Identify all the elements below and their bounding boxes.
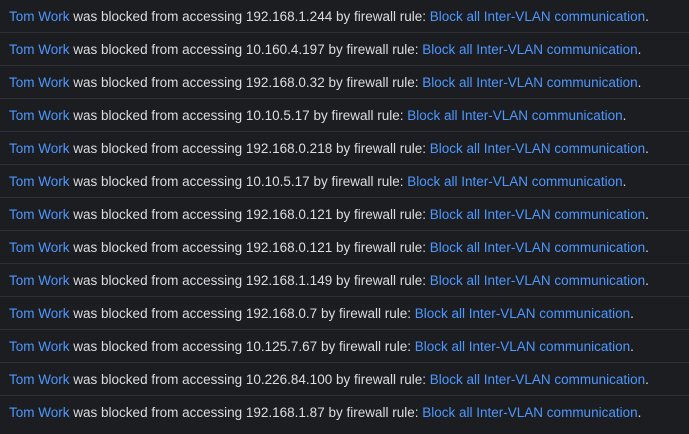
by-rule-text: by firewall rule: [328, 74, 419, 90]
entry-end-text: . [622, 107, 627, 123]
log-entry: Tom Work was blocked from accessing 10.1… [0, 33, 689, 66]
user-link[interactable]: Tom Work [9, 42, 70, 57]
firewall-rule-link[interactable]: Block all Inter-VLAN communication [415, 306, 630, 321]
log-entry: Tom Work was blocked from accessing 10.2… [0, 363, 689, 396]
user-link[interactable]: Tom Work [9, 207, 70, 222]
entry-end-text: . [637, 74, 642, 90]
by-rule-text: by firewall rule: [335, 140, 427, 156]
log-entry: Tom Work was blocked from accessing 192.… [0, 264, 689, 297]
entry-end-text: . [645, 272, 649, 288]
user-link[interactable]: Tom Work [9, 339, 70, 354]
target-ip: 192.168.1.244 [245, 8, 333, 24]
firewall-log-list: Tom Work was blocked from accessing 192.… [0, 0, 689, 434]
target-ip: 10.125.7.67 [245, 338, 318, 354]
target-ip: 10.10.5.17 [245, 173, 310, 189]
user-link[interactable]: Tom Work [9, 75, 70, 90]
target-ip: 192.168.1.149 [245, 272, 333, 288]
by-rule-text: by firewall rule: [335, 239, 427, 255]
firewall-rule-link[interactable]: Block all Inter-VLAN communication [407, 108, 622, 123]
by-rule-text: by firewall rule: [328, 405, 419, 420]
by-rule-text: by firewall rule: [335, 206, 427, 222]
firewall-rule-link[interactable]: Block all Inter-VLAN communication [422, 42, 637, 57]
log-entry: Tom Work was blocked from accessing 192.… [0, 132, 689, 165]
firewall-rule-link[interactable]: Block all Inter-VLAN communication [430, 207, 645, 222]
action-text: was blocked from accessing [73, 74, 243, 90]
target-ip: 192.168.0.218 [245, 140, 333, 156]
firewall-rule-link[interactable]: Block all Inter-VLAN communication [430, 141, 645, 156]
user-link[interactable]: Tom Work [9, 9, 70, 24]
by-rule-text: by firewall rule: [313, 107, 404, 123]
log-entry: Tom Work was blocked from accessing 192.… [0, 198, 689, 231]
log-entry: Tom Work was blocked from accessing 192.… [0, 396, 689, 429]
by-rule-text: by firewall rule: [328, 41, 419, 57]
firewall-rule-link[interactable]: Block all Inter-VLAN communication [415, 339, 630, 354]
user-link[interactable]: Tom Work [9, 273, 70, 288]
by-rule-text: by firewall rule: [320, 338, 411, 354]
entry-end-text: . [637, 41, 642, 57]
action-text: was blocked from accessing [73, 338, 243, 354]
firewall-rule-link[interactable]: Block all Inter-VLAN communication [422, 75, 637, 90]
by-rule-text: by firewall rule: [313, 173, 404, 189]
action-text: was blocked from accessing [73, 173, 243, 189]
firewall-rule-link[interactable]: Block all Inter-VLAN communication [430, 240, 645, 255]
target-ip: 10.10.5.17 [245, 107, 310, 123]
user-link[interactable]: Tom Work [9, 108, 70, 123]
log-entry: Tom Work was blocked from accessing 192.… [0, 66, 689, 99]
target-ip: 192.168.0.121 [245, 206, 333, 222]
entry-end-text: . [630, 305, 634, 321]
firewall-rule-link[interactable]: Block all Inter-VLAN communication [422, 405, 637, 420]
entry-end-text: . [645, 239, 649, 255]
action-text: was blocked from accessing [73, 140, 243, 156]
target-ip: 192.168.0.121 [245, 239, 333, 255]
user-link[interactable]: Tom Work [9, 240, 70, 255]
target-ip: 10.160.4.197 [245, 41, 325, 57]
firewall-rule-link[interactable]: Block all Inter-VLAN communication [430, 372, 645, 387]
log-entry: Tom Work was blocked from accessing 10.1… [0, 99, 689, 132]
action-text: was blocked from accessing [73, 206, 243, 222]
firewall-rule-link[interactable]: Block all Inter-VLAN communication [407, 174, 622, 189]
by-rule-text: by firewall rule: [320, 305, 411, 321]
user-link[interactable]: Tom Work [9, 372, 70, 387]
user-link[interactable]: Tom Work [9, 174, 70, 189]
by-rule-text: by firewall rule: [335, 272, 427, 288]
firewall-rule-link[interactable]: Block all Inter-VLAN communication [430, 9, 645, 24]
action-text: was blocked from accessing [73, 371, 243, 387]
target-ip: 192.168.0.7 [245, 305, 318, 321]
action-text: was blocked from accessing [73, 239, 243, 255]
entry-end-text: . [637, 405, 642, 420]
log-entry: Tom Work was blocked from accessing 10.1… [0, 330, 689, 363]
log-entry: Tom Work was blocked from accessing 192.… [0, 297, 689, 330]
log-entry: Tom Work was blocked from accessing 192.… [0, 231, 689, 264]
entry-end-text: . [645, 8, 649, 24]
log-entry: Tom Work was blocked from accessing 10.1… [0, 165, 689, 198]
action-text: was blocked from accessing [73, 405, 243, 420]
action-text: was blocked from accessing [73, 107, 243, 123]
action-text: was blocked from accessing [73, 305, 243, 321]
by-rule-text: by firewall rule: [335, 8, 427, 24]
entry-end-text: . [622, 173, 627, 189]
entry-end-text: . [645, 206, 649, 222]
entry-end-text: . [630, 338, 634, 354]
user-link[interactable]: Tom Work [9, 405, 70, 420]
log-entry: Tom Work was blocked from accessing 192.… [0, 0, 689, 33]
user-link[interactable]: Tom Work [9, 141, 70, 156]
user-link[interactable]: Tom Work [9, 306, 70, 321]
action-text: was blocked from accessing [73, 272, 243, 288]
by-rule-text: by firewall rule: [335, 371, 427, 387]
target-ip: 192.168.0.32 [245, 74, 325, 90]
firewall-rule-link[interactable]: Block all Inter-VLAN communication [430, 273, 645, 288]
entry-end-text: . [645, 371, 649, 387]
entry-end-text: . [645, 140, 649, 156]
target-ip: 10.226.84.100 [245, 371, 333, 387]
action-text: was blocked from accessing [73, 41, 243, 57]
target-ip: 192.168.1.87 [245, 405, 325, 420]
action-text: was blocked from accessing [73, 8, 243, 24]
